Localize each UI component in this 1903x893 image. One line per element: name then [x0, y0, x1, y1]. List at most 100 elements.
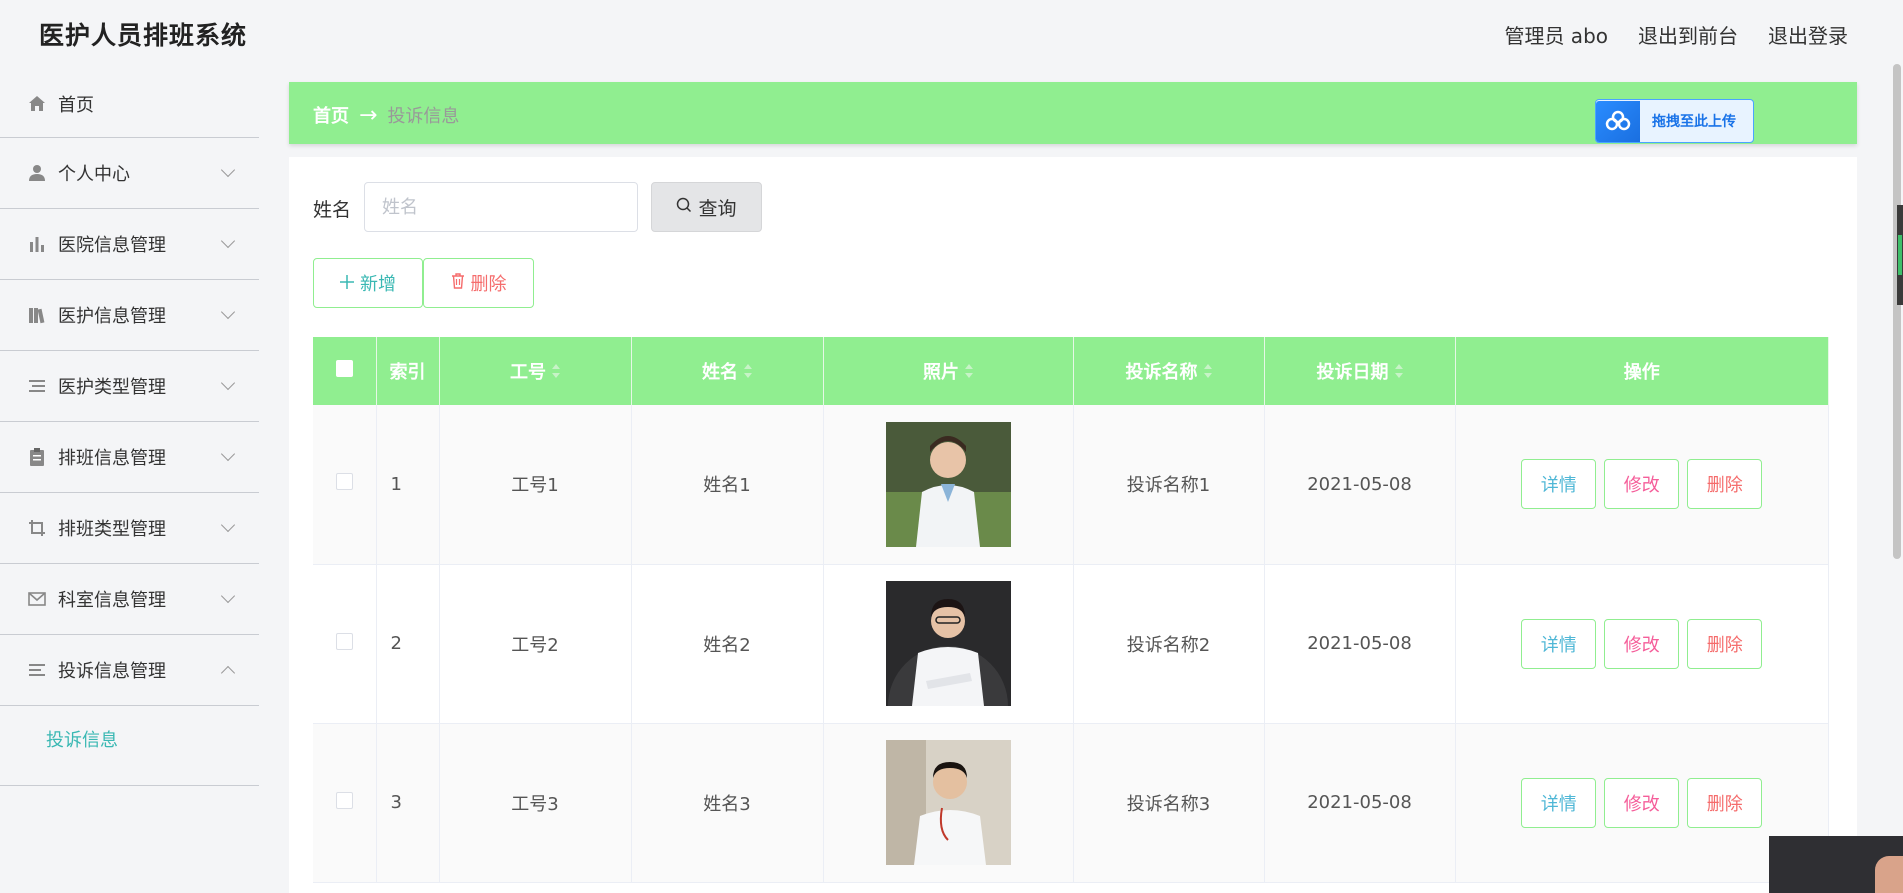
detail-button[interactable]: 详情	[1521, 618, 1597, 669]
column-header-actions: 操作	[1455, 337, 1829, 405]
complaint-name-cell: 投诉名称2	[1073, 564, 1265, 724]
list-icon	[27, 377, 46, 396]
detail-button[interactable]: 详情	[1521, 777, 1597, 828]
doctor-photo[interactable]	[885, 421, 1011, 547]
name-cell: 姓名1	[631, 405, 824, 565]
breadcrumb-bar: 首页 → 投诉信息 拖拽至此上传	[289, 82, 1857, 144]
name-cell: 姓名2	[631, 564, 824, 724]
delete-button[interactable]: 删除	[1687, 459, 1763, 510]
column-header-complaint-date[interactable]: 投诉日期	[1264, 337, 1456, 405]
floating-video-thumbnail[interactable]	[1769, 836, 1903, 893]
sidebar-item-personal-center[interactable]: 个人中心	[0, 138, 259, 209]
complaint-date-cell: 2021-05-08	[1264, 723, 1456, 883]
job-no-cell: 工号3	[439, 723, 632, 883]
row-checkbox[interactable]	[335, 473, 353, 491]
sort-icon[interactable]	[965, 364, 973, 378]
cloud-upload-icon	[1596, 100, 1640, 142]
sidebar-item-staff-type[interactable]: 医护类型管理	[0, 351, 259, 422]
row-checkbox[interactable]	[335, 791, 353, 809]
chevron-down-icon	[220, 588, 236, 604]
crop-icon	[27, 519, 46, 538]
sidebar-item-label: 投诉信息管理	[58, 661, 166, 682]
sidebar-item-department-info[interactable]: 科室信息管理	[0, 564, 259, 635]
edit-button[interactable]: 修改	[1604, 618, 1680, 669]
table-row: 2 工号2 姓名2 投诉名称2 2021-05-08 详情 修改 删除	[313, 564, 1829, 724]
select-all-header[interactable]	[313, 337, 377, 405]
delete-button[interactable]: 删除	[1687, 618, 1763, 669]
batch-delete-button[interactable]: 删除	[423, 258, 534, 308]
sidebar-item-medical-staff-info[interactable]: 医护信息管理	[0, 280, 259, 351]
sidebar-item-schedule-info[interactable]: 排班信息管理	[0, 422, 259, 493]
row-checkbox[interactable]	[335, 632, 353, 650]
row-checkbox-cell[interactable]	[313, 723, 377, 883]
column-header-photo[interactable]: 照片	[823, 337, 1074, 405]
main-panel: 姓名 查询 新增 删除 索引 工号 姓名 照片 投诉名称 投诉日期 操作	[289, 157, 1857, 893]
complaint-name-cell: 投诉名称1	[1073, 405, 1265, 565]
page-scrollbar[interactable]	[1891, 64, 1903, 564]
column-header-name[interactable]: 姓名	[631, 337, 824, 405]
photo-cell	[823, 723, 1074, 883]
doctor-photo[interactable]	[885, 581, 1011, 706]
breadcrumb: 首页 → 投诉信息	[313, 102, 459, 128]
select-all-checkbox[interactable]	[335, 360, 353, 377]
sidebar: 首页 个人中心 医院信息管理 医护信息管理 医护类型管理 排班信息管理 排班类型…	[0, 70, 259, 893]
top-bar: 医护人员排班系统 管理员 abo 退出到前台 退出登录	[0, 0, 1903, 64]
sort-icon[interactable]	[552, 364, 560, 378]
sidebar-item-hospital-info[interactable]: 医院信息管理	[0, 209, 259, 280]
top-links: 管理员 abo 退出到前台 退出登录	[1504, 20, 1848, 49]
sidebar-item-label: 医院信息管理	[58, 235, 166, 256]
sidebar-item-label: 医护类型管理	[58, 377, 166, 398]
sidebar-item-schedule-type[interactable]: 排班类型管理	[0, 493, 259, 564]
chevron-down-icon	[220, 517, 236, 533]
logout-link[interactable]: 退出登录	[1768, 20, 1848, 49]
sidebar-item-label: 个人中心	[58, 164, 130, 185]
sidebar-subitem-complaint[interactable]: 投诉信息	[0, 706, 259, 752]
name-cell: 姓名3	[631, 723, 824, 883]
edit-button[interactable]: 修改	[1604, 459, 1680, 510]
side-floating-tab[interactable]	[1897, 205, 1903, 305]
app-title: 医护人员排班系统	[39, 21, 248, 50]
complaint-date-cell: 2021-05-08	[1264, 405, 1456, 565]
detail-button[interactable]: 详情	[1521, 459, 1597, 510]
chevron-down-icon	[220, 446, 236, 462]
sort-icon[interactable]	[1203, 364, 1212, 378]
column-header-complaint-name[interactable]: 投诉名称	[1073, 337, 1265, 405]
search-button-label: 查询	[698, 197, 737, 220]
sort-icon[interactable]	[744, 364, 752, 378]
chevron-down-icon	[220, 233, 236, 249]
column-header-job-no[interactable]: 工号	[439, 337, 632, 405]
search-button[interactable]: 查询	[651, 182, 762, 232]
sidebar-item-label: 科室信息管理	[58, 590, 166, 611]
bar-chart-icon	[27, 235, 46, 254]
table-row: 3 工号3 姓名3 投诉名称3 2021-05-08 详情 修改 删除	[313, 723, 1829, 883]
upload-dropzone[interactable]: 拖拽至此上传	[1595, 99, 1754, 143]
photo-cell	[823, 564, 1074, 724]
mail-icon	[27, 590, 46, 609]
search-icon	[676, 196, 692, 218]
delete-button[interactable]: 删除	[1687, 777, 1763, 828]
name-search-input[interactable]	[364, 182, 638, 232]
add-button[interactable]: 新增	[313, 258, 423, 308]
user-icon	[27, 164, 46, 183]
sort-icon[interactable]	[1394, 364, 1403, 378]
breadcrumb-home[interactable]: 首页	[313, 102, 349, 128]
sidebar-item-complaint-info[interactable]: 投诉信息管理	[0, 635, 259, 706]
job-no-cell: 工号1	[439, 405, 632, 565]
exit-to-frontend-link[interactable]: 退出到前台	[1638, 20, 1738, 49]
sidebar-item-home[interactable]: 首页	[0, 70, 259, 138]
edit-button[interactable]: 修改	[1604, 777, 1680, 828]
doctor-photo[interactable]	[885, 740, 1011, 865]
photo-cell	[823, 405, 1074, 565]
scrollbar-thumb[interactable]	[1893, 64, 1901, 559]
sidebar-item-label: 医护信息管理	[58, 306, 166, 327]
index-cell: 3	[376, 723, 440, 883]
complaint-date-cell: 2021-05-08	[1264, 564, 1456, 724]
admin-user-link[interactable]: 管理员 abo	[1504, 20, 1608, 49]
table-row: 1 工号1 姓名1 投诉名称1 2021-05-08 详情 修改 删除	[313, 405, 1829, 565]
row-checkbox-cell[interactable]	[313, 564, 377, 724]
clipboard-icon	[27, 448, 46, 467]
row-checkbox-cell[interactable]	[313, 405, 377, 565]
breadcrumb-current: 投诉信息	[387, 106, 460, 127]
job-no-cell: 工号2	[439, 564, 632, 724]
plus-icon	[340, 273, 354, 294]
